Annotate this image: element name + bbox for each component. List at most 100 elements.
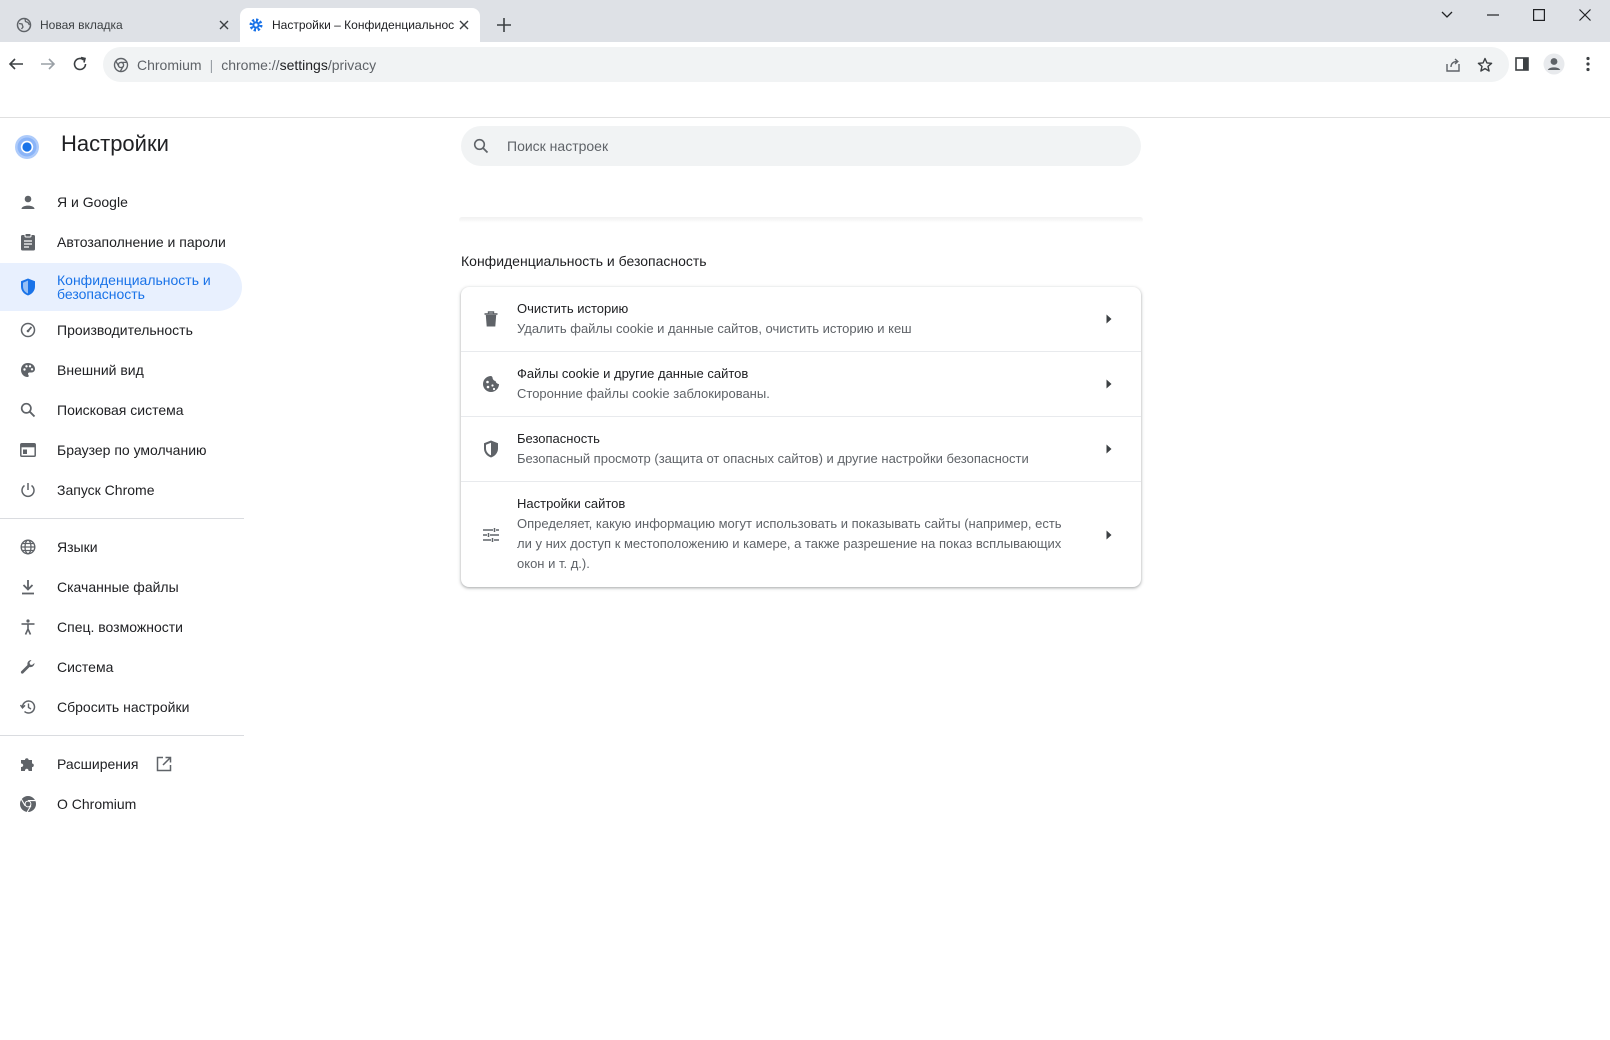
minimize-button[interactable] <box>1470 0 1516 30</box>
row-text: Настройки сайтов Определяет, какую инфор… <box>517 483 1079 586</box>
sidebar-item-languages[interactable]: Языки <box>0 535 242 559</box>
forward-button[interactable] <box>32 48 64 80</box>
tab-strip: Новая вкладка Настройки – Конфиденциальн… <box>0 0 1610 42</box>
sidebar-item-accessibility[interactable]: Спец. возможности <box>0 615 242 639</box>
minimize-icon <box>1487 14 1499 16</box>
row-cookies[interactable]: Файлы cookie и другие данные сайтов Стор… <box>461 352 1141 417</box>
settings-search[interactable] <box>461 126 1141 166</box>
close-icon <box>1579 9 1591 21</box>
chromium-icon[interactable] <box>113 57 129 73</box>
chevron-down-icon <box>1441 11 1453 18</box>
avatar-icon <box>1543 53 1565 75</box>
url-host: settings <box>279 56 328 73</box>
back-button[interactable] <box>0 48 32 80</box>
row-text: Безопасность Безопасный просмотр (защита… <box>517 418 1079 481</box>
page-title: Настройки <box>61 131 169 156</box>
sidebar-divider <box>0 518 244 519</box>
toolbar: Chromium | chrome://settings/privacy <box>0 42 1610 87</box>
sidebar-item-about[interactable]: О Chromium <box>0 792 242 816</box>
chromium-icon <box>18 794 38 814</box>
row-subtitle: Безопасный просмотр (защита от опасных с… <box>517 450 1029 466</box>
plus-icon <box>497 18 511 32</box>
sidebar-item-system[interactable]: Система <box>0 655 242 679</box>
arrow-right-icon <box>1099 525 1119 545</box>
sidebar-item-default-browser[interactable]: Браузер по умолчанию <box>0 438 242 462</box>
share-icon[interactable] <box>1439 51 1467 79</box>
site-name: Chromium <box>137 56 202 73</box>
close-window-button[interactable] <box>1562 0 1608 30</box>
sidebar-item-on-startup[interactable]: Запуск Chrome <box>0 478 242 502</box>
sidebar-item-label: Внешний вид <box>57 362 144 378</box>
url-prefix: chrome:// <box>221 56 280 73</box>
arrow-right-icon <box>41 58 56 70</box>
sidebar-item-autofill[interactable]: Автозаполнение и пароли <box>0 230 242 254</box>
gear-icon <box>248 17 264 33</box>
reload-button[interactable] <box>64 48 96 80</box>
side-panel-icon <box>1515 57 1529 71</box>
sidebar-item-label: О Chromium <box>57 796 137 812</box>
row-site-settings[interactable]: Настройки сайтов Определяет, какую инфор… <box>461 482 1141 587</box>
sidebar-item-you-and-google[interactable]: Я и Google <box>0 190 242 214</box>
puzzle-icon <box>18 754 38 774</box>
url-text[interactable]: chrome://settings/privacy <box>221 57 376 73</box>
row-subtitle: Определяет, какую информацию могут испол… <box>517 516 1062 571</box>
sidebar-item-privacy[interactable]: Конфиденциальность и безопасность <box>0 263 242 311</box>
close-icon[interactable] <box>214 15 234 35</box>
sidebar-item-label: Спец. возможности <box>57 619 183 635</box>
arrow-right-icon <box>1099 439 1119 459</box>
toolbar-divider <box>0 117 1610 118</box>
profile-button[interactable] <box>1538 48 1570 80</box>
sidebar-item-label: Я и Google <box>57 194 128 210</box>
globe-icon <box>16 17 32 33</box>
person-icon <box>18 192 38 212</box>
wrench-icon <box>18 657 38 677</box>
reload-icon <box>73 56 87 71</box>
sidebar-item-reset[interactable]: Сбросить настройки <box>0 695 242 719</box>
new-tab-button[interactable] <box>492 13 516 37</box>
arrow-left-icon <box>8 58 23 70</box>
row-text: Файлы cookie и другие данные сайтов Стор… <box>517 353 1079 416</box>
sidebar-item-label: Расширения <box>57 756 139 772</box>
sidebar-item-label: Браузер по умолчанию <box>57 442 207 458</box>
sidebar-item-label: Сбросить настройки <box>57 699 190 715</box>
search-input[interactable] <box>507 138 1067 154</box>
shield-icon <box>481 439 501 459</box>
sidebar-item-label: Скачанные файлы <box>57 579 179 595</box>
tab-new-tab[interactable]: Новая вкладка <box>8 8 240 42</box>
row-title: Безопасность <box>517 430 600 446</box>
sidebar-item-label: Поисковая система <box>57 402 184 418</box>
close-icon[interactable] <box>454 15 474 35</box>
sidebar-item-search-engine[interactable]: Поисковая система <box>0 398 242 422</box>
more-vert-icon <box>1586 56 1590 72</box>
sidebar-item-appearance[interactable]: Внешний вид <box>0 358 242 382</box>
star-icon[interactable] <box>1471 51 1499 79</box>
tab-settings[interactable]: Настройки – Конфиденциальность и безопас… <box>240 8 480 42</box>
sidebar-item-downloads[interactable]: Скачанные файлы <box>0 575 242 599</box>
download-icon <box>18 577 38 597</box>
sidebar-item-performance[interactable]: Производительность <box>0 318 242 342</box>
address-bar[interactable]: Chromium | chrome://settings/privacy <box>103 47 1509 82</box>
row-clear-browsing-data[interactable]: Очистить историю Удалить файлы cookie и … <box>461 287 1141 352</box>
maximize-icon <box>1533 9 1545 21</box>
row-security[interactable]: Безопасность Безопасный просмотр (защита… <box>461 417 1141 482</box>
sidebar-item-label: Автозаполнение и пароли <box>57 234 226 250</box>
side-panel-button[interactable] <box>1506 48 1538 80</box>
search-icon <box>18 400 38 420</box>
power-icon <box>18 480 38 500</box>
menu-button[interactable] <box>1572 48 1604 80</box>
palette-icon <box>18 360 38 380</box>
sidebar-item-label: Производительность <box>57 322 193 338</box>
arrow-right-icon <box>1099 309 1119 329</box>
trash-icon <box>481 309 501 329</box>
accessibility-icon <box>18 617 38 637</box>
section-title: Конфиденциальность и безопасность <box>461 253 707 269</box>
maximize-button[interactable] <box>1516 0 1562 30</box>
sidebar-item-extensions[interactable]: Расширения <box>0 752 242 776</box>
row-title: Очистить историю <box>517 300 629 316</box>
header-shadow <box>459 217 1143 223</box>
privacy-card: Очистить историю Удалить файлы cookie и … <box>461 287 1141 587</box>
tab-search-button[interactable] <box>1424 0 1470 30</box>
row-text: Очистить историю Удалить файлы cookie и … <box>517 288 1079 351</box>
sidebar-item-label: Система <box>57 659 114 675</box>
arrow-right-icon <box>1099 374 1119 394</box>
